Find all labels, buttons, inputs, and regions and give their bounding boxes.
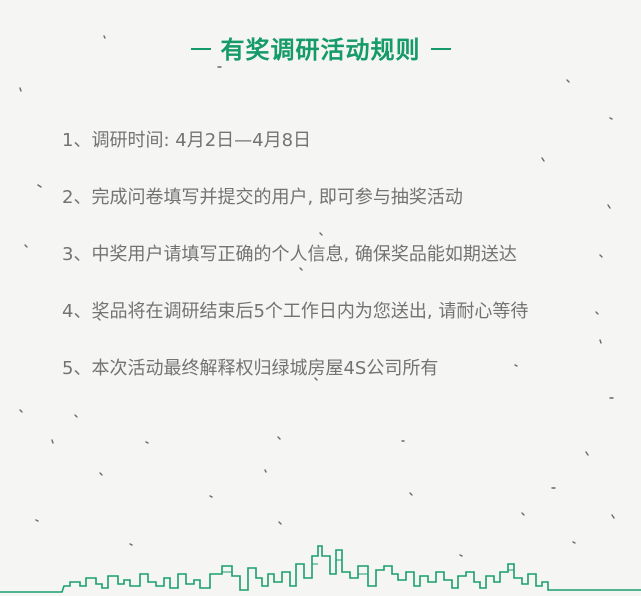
rules-page: 有奖调研活动规则 1、调研时间: 4月2日—4月8日 2、完成问卷填写并提交的用… [0, 0, 641, 596]
rule-item-4: 4、奖品将在调研结束后5个工作日内为您送出, 请耐心等待 [62, 301, 529, 322]
title-dash-left [190, 47, 211, 50]
rule-item-2: 2、完成问卷填写并提交的用户, 即可参与抽奖活动 [62, 187, 463, 208]
rule-item-5: 5、本次活动最终解释权归绿城房屋4S公司所有 [62, 358, 439, 379]
city-skyline-illustration [0, 545, 641, 593]
rule-item-3: 3、中奖用户请填写正确的个人信息, 确保奖品能如期送达 [62, 244, 517, 265]
title-row: 有奖调研活动规则 [0, 30, 641, 65]
rule-item-1: 1、调研时间: 4月2日—4月8日 [62, 130, 312, 151]
rules-list: 1、调研时间: 4月2日—4月8日 2、完成问卷填写并提交的用户, 即可参与抽奖… [62, 127, 528, 412]
title-dash-right [430, 47, 451, 50]
page-title: 有奖调研活动规则 [220, 36, 421, 64]
